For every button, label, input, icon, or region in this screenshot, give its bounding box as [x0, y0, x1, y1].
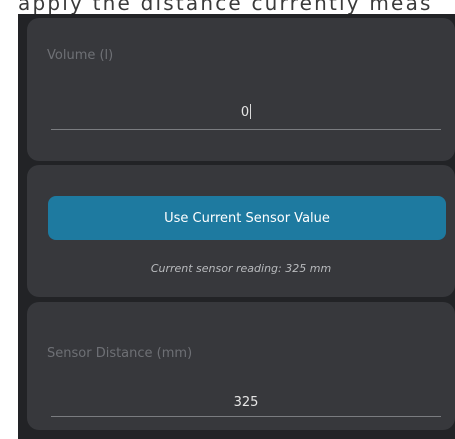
use-current-sensor-value-button[interactable]: Use Current Sensor Value	[48, 196, 446, 240]
sensor-card: Use Current Sensor Value Current sensor …	[27, 165, 455, 297]
sensor-distance-underline	[51, 416, 441, 417]
current-sensor-reading: Current sensor reading: 325 mm	[150, 262, 332, 275]
volume-label: Volume (l)	[47, 48, 114, 63]
distance-card: Sensor Distance (mm) 325	[27, 302, 455, 430]
volume-input-underline	[51, 129, 441, 130]
text-caret	[250, 104, 252, 119]
sensor-distance-value: 325	[233, 395, 259, 410]
sensor-distance-input[interactable]: 325	[51, 395, 441, 410]
volume-value: 0	[240, 105, 250, 120]
calibration-panel: Volume (l) 0 Use Current Sensor Value Cu…	[18, 14, 455, 439]
volume-card: Volume (l) 0	[27, 18, 455, 161]
volume-input[interactable]: 0	[51, 104, 441, 120]
sensor-distance-label: Sensor Distance (mm)	[47, 346, 193, 361]
instruction-text-fragment: apply the distance currently meas	[18, 0, 433, 15]
